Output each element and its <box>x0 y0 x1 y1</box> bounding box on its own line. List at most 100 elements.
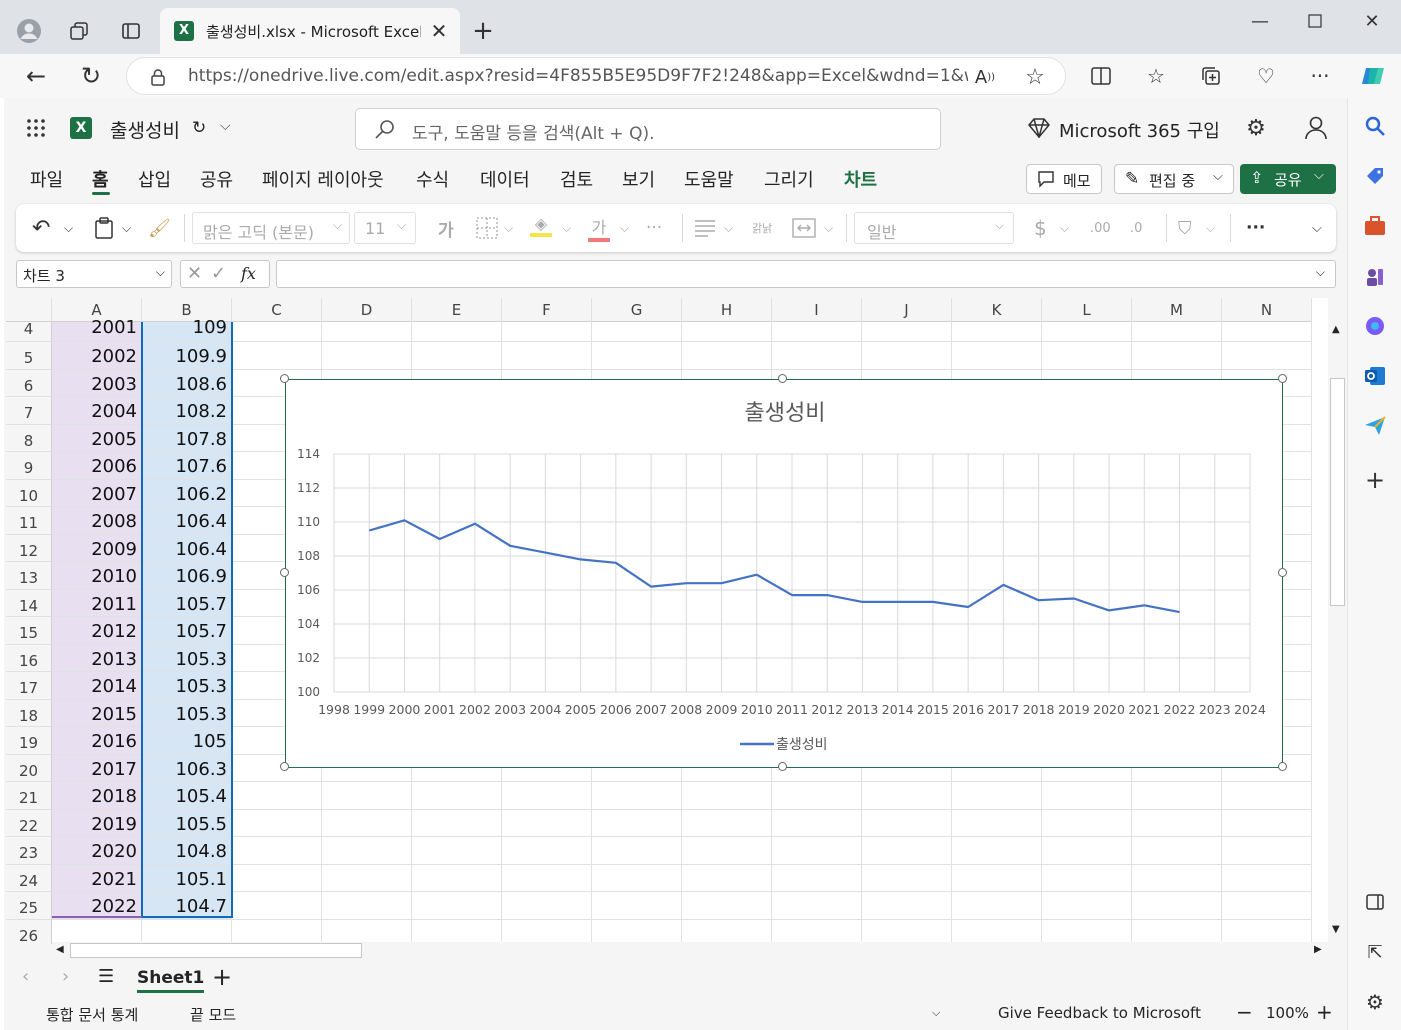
menu-review[interactable]: 검토 <box>560 166 593 192</box>
column-header-l[interactable]: L <box>1042 298 1132 322</box>
chevron-down-icon[interactable]: ⌵ <box>1316 265 1325 280</box>
undo-chevron-icon[interactable]: ⌵ <box>64 214 73 242</box>
cell-a[interactable]: 2009 <box>52 534 142 562</box>
add-sheet-icon[interactable]: + <box>212 963 232 991</box>
tab-actions-icon[interactable] <box>116 16 146 46</box>
font-color-icon[interactable]: 가 <box>588 214 610 242</box>
chevron-down-icon[interactable]: ⌵ <box>932 1006 940 1020</box>
cell-a[interactable]: 2007 <box>52 479 142 507</box>
borders-chevron-icon[interactable]: ⌵ <box>504 214 513 242</box>
send-icon[interactable] <box>1361 412 1389 440</box>
memo-button[interactable]: 메모 <box>1026 164 1102 194</box>
align-chevron-icon[interactable]: ⌵ <box>724 214 733 242</box>
bold-button[interactable]: 가 <box>438 214 454 242</box>
chart-resize-handle[interactable] <box>280 762 289 771</box>
more-font-options-icon[interactable]: ··· <box>646 214 662 242</box>
scroll-right-icon[interactable]: ▶ <box>1314 944 1322 955</box>
menu-home[interactable]: 홈 <box>92 166 109 192</box>
tools-briefcase-icon[interactable] <box>1361 212 1389 240</box>
editing-mode-button[interactable]: ✎ 편집 중 ⌵ <box>1114 164 1234 194</box>
menu-chart[interactable]: 차트 <box>844 166 877 192</box>
line-chart[interactable]: 출생성비 1998 1999 2000 2001 2002 2003 2004 2005 200… <box>285 379 1283 768</box>
new-tab-icon[interactable]: + <box>468 16 498 46</box>
scroll-up-icon[interactable]: ▲ <box>1332 324 1340 335</box>
chart-resize-handle[interactable] <box>778 374 787 383</box>
merge-chevron-icon[interactable]: ⌵ <box>824 214 833 242</box>
fill-color-icon[interactable]: ◈ <box>530 214 552 242</box>
copilot-app-icon[interactable] <box>1361 312 1389 340</box>
lock-icon[interactable] <box>147 66 169 88</box>
cell-a[interactable]: 2011 <box>52 589 142 617</box>
row-header[interactable]: 10 <box>6 479 52 507</box>
column-header-f[interactable]: F <box>502 298 592 322</box>
zoom-in-icon[interactable]: + <box>1316 1000 1333 1024</box>
fx-icon[interactable]: fx <box>241 264 256 283</box>
chart-title[interactable]: 출생성비 <box>745 401 826 426</box>
refresh-icon[interactable]: ↻ <box>75 60 107 92</box>
wrap-text-icon[interactable]: 갉낡 <box>752 214 776 242</box>
cancel-icon[interactable]: ✕ <box>187 263 202 284</box>
outlook-icon[interactable] <box>1361 362 1389 390</box>
column-header-c[interactable]: C <box>232 298 322 322</box>
cell-a[interactable]: 2021 <box>52 864 142 892</box>
close-tab-icon[interactable]: ✕ <box>428 19 450 43</box>
column-header-h[interactable]: H <box>682 298 772 322</box>
menu-file[interactable]: 파일 <box>30 166 63 192</box>
check-icon[interactable]: ✓ <box>211 263 226 284</box>
menu-draw[interactable]: 그리기 <box>764 166 814 192</box>
chart-resize-handle[interactable] <box>778 762 787 771</box>
font-size-select[interactable]: 11 ⌵ <box>354 212 416 244</box>
currency-format-icon[interactable]: $ <box>1034 214 1047 242</box>
games-icon[interactable] <box>1361 262 1389 290</box>
cell-a[interactable]: 2008 <box>52 507 142 535</box>
menu-insert[interactable]: 삽입 <box>138 166 171 192</box>
name-box[interactable]: 차트 3 ⌵ <box>16 260 172 288</box>
merge-cells-icon[interactable] <box>792 214 816 242</box>
align-icon[interactable] <box>694 214 716 242</box>
chart-resize-handle[interactable] <box>1278 374 1287 383</box>
file-menu-chevron-icon[interactable]: ⌵ <box>220 118 231 134</box>
scroll-thumb[interactable] <box>70 943 362 958</box>
row-header[interactable]: 8 <box>6 424 52 452</box>
chart-resize-handle[interactable] <box>280 568 289 577</box>
cell-a[interactable]: 2004 <box>52 397 142 425</box>
more-commands-icon[interactable]: ··· <box>1246 214 1265 242</box>
menu-help[interactable]: 도움말 <box>684 166 734 192</box>
cell-a[interactable]: 2012 <box>52 617 142 645</box>
sidebar-settings-icon[interactable]: ⚙ <box>1361 988 1389 1016</box>
read-aloud-icon[interactable]: A)) <box>972 64 998 90</box>
font-color-chevron-icon[interactable]: ⌵ <box>620 214 629 242</box>
cf-chevron-icon[interactable]: ⌵ <box>1206 214 1215 242</box>
cell-a[interactable]: 2018 <box>52 782 142 810</box>
row-header[interactable]: 5 <box>6 342 52 370</box>
borders-icon[interactable] <box>476 214 498 242</box>
select-all-corner[interactable] <box>6 298 52 322</box>
close-window-icon[interactable]: ✕ <box>1357 8 1387 34</box>
address-bar[interactable]: https://onedrive.live.com/edit.aspx?resi… <box>126 57 1066 95</box>
buy-m365-link[interactable]: Microsoft 365 구입 <box>1059 117 1220 143</box>
row-header[interactable]: 9 <box>6 452 52 480</box>
row-header[interactable]: 25 <box>6 892 52 920</box>
row-header[interactable]: 15 <box>6 617 52 645</box>
minimize-icon[interactable]: — <box>1245 8 1275 34</box>
menu-page-layout[interactable]: 페이지 레이아웃 <box>262 166 384 192</box>
formula-input[interactable]: ⌵ <box>276 260 1336 288</box>
format-painter-icon[interactable]: 🖌 <box>148 214 171 242</box>
row-header[interactable]: 21 <box>6 782 52 810</box>
zoom-level[interactable]: 100% <box>1266 1004 1309 1022</box>
cell-a[interactable]: 2020 <box>52 837 142 865</box>
cell-a[interactable]: 2006 <box>52 452 142 480</box>
copilot-icon[interactable] <box>1358 60 1390 92</box>
menu-share[interactable]: 공유 <box>200 166 233 192</box>
row-header[interactable]: 24 <box>6 864 52 892</box>
scroll-thumb[interactable] <box>1330 378 1345 606</box>
row-header[interactable]: 26 <box>6 919 52 944</box>
cell-a[interactable]: 2002 <box>52 342 142 370</box>
expand-ribbon-icon[interactable]: ⌵ <box>1312 214 1322 242</box>
font-name-select[interactable]: 맑은 고딕 (본문) ⌵ <box>192 212 350 244</box>
split-screen-icon[interactable] <box>1087 62 1115 90</box>
row-header[interactable]: 7 <box>6 397 52 425</box>
search-icon[interactable] <box>1361 112 1389 140</box>
cell-a[interactable]: 2014 <box>52 672 142 700</box>
all-sheets-icon[interactable]: ☰ <box>98 966 114 987</box>
